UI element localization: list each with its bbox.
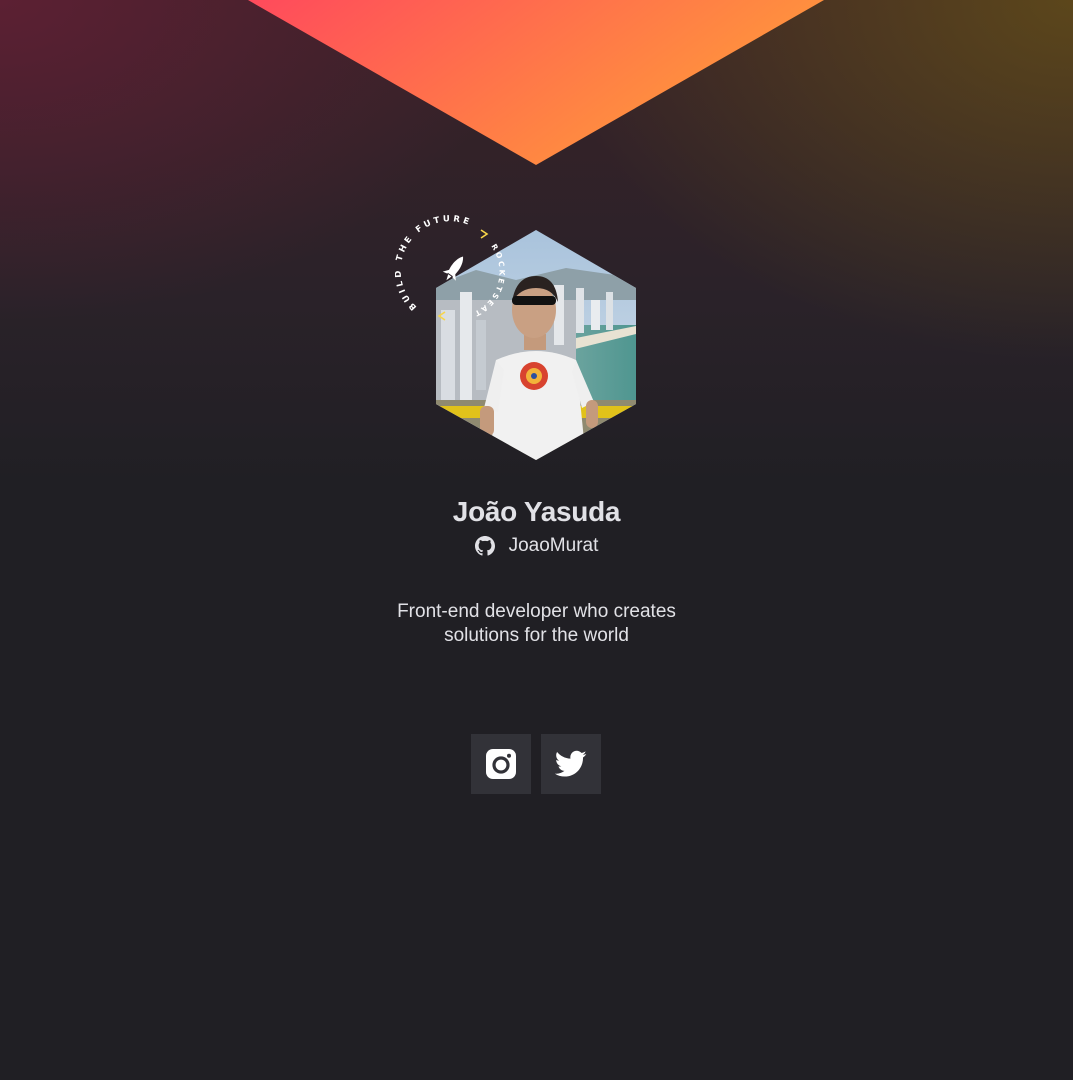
badge-arrow-icon [480, 229, 489, 239]
twitter-button[interactable] [541, 734, 601, 794]
svg-text:ROCKETSEAT: ROCKETSEAT [471, 242, 506, 319]
bio-line-2: solutions for the world [444, 625, 629, 646]
github-icon [474, 536, 495, 556]
bio-line-1: Front-end developer who creates [397, 601, 676, 622]
profile-info: João Yasuda JoaoMurat [0, 494, 1073, 561]
instagram-button[interactable] [471, 734, 531, 794]
badge-arrow-icon [437, 311, 446, 321]
top-gradient-triangle [248, 0, 824, 165]
profile-page: BUILD THE FUTURE ROCKETSEAT João Yasuda … [0, 0, 1073, 1080]
social-links [471, 734, 601, 794]
profile-bio: Front-end developer who creates solution… [0, 600, 1073, 648]
badge-text-side: ROCKETSEAT [471, 242, 504, 319]
avatar: BUILD THE FUTURE ROCKETSEAT [395, 212, 645, 464]
github-username: JoaoMurat [508, 535, 599, 556]
github-link[interactable]: JoaoMurat [474, 534, 599, 558]
rocket-icon [442, 256, 464, 281]
instagram-icon [486, 749, 516, 779]
profile-name: João Yasuda [452, 496, 621, 527]
rocketseat-badge: BUILD THE FUTURE ROCKETSEAT [395, 214, 506, 321]
twitter-icon [555, 750, 587, 777]
